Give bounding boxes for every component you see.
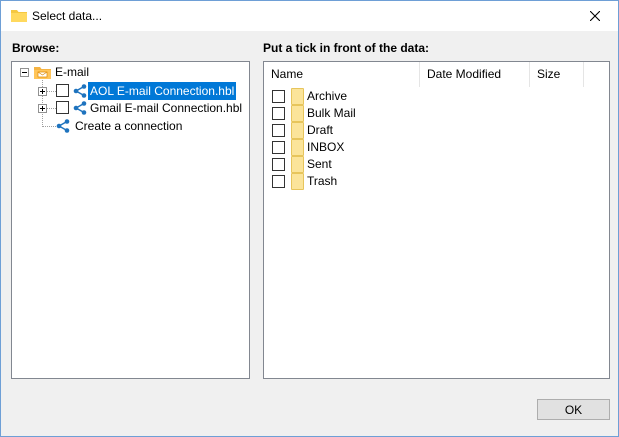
share-icon [73, 101, 87, 115]
tree-root-email[interactable]: E-mail [53, 63, 91, 81]
select-data-dialog: Select data... Browse: Put a tick in fro… [0, 0, 619, 437]
expand-toggle[interactable] [38, 87, 47, 96]
item-checkbox[interactable] [272, 107, 285, 120]
list-item[interactable]: Archive [264, 88, 464, 105]
title-bar[interactable]: Select data... [1, 1, 618, 31]
list-item[interactable]: Bulk Mail [264, 105, 464, 122]
item-name: Bulk Mail [307, 106, 356, 120]
folder-icon [291, 105, 304, 122]
email-folder-icon [34, 67, 51, 79]
column-header-name[interactable]: Name [264, 62, 420, 87]
item-name: Trash [307, 174, 338, 188]
tree-connector [46, 108, 56, 109]
folder-icon [11, 10, 27, 22]
close-button[interactable] [572, 1, 618, 31]
item-checkbox[interactable] [272, 175, 285, 188]
folder-icon [291, 173, 304, 190]
tree-item-gmail-connection[interactable]: Gmail E-mail Connection.hbl [88, 99, 244, 117]
gmail-connection-checkbox[interactable] [56, 101, 69, 114]
expand-toggle[interactable] [38, 104, 47, 113]
item-name: Sent [307, 157, 332, 171]
folder-icon [291, 88, 304, 105]
data-list[interactable]: Name Date Modified Size Archive Bulk Mai… [263, 61, 610, 379]
tree-connector [42, 126, 56, 127]
browse-label: Browse: [12, 41, 60, 55]
item-name: Draft [307, 123, 334, 137]
data-selection-label: Put a tick in front of the data: [263, 41, 430, 55]
folder-icon [291, 156, 304, 173]
create-connection-link[interactable]: Create a connection [73, 117, 184, 135]
aol-connection-checkbox[interactable] [56, 84, 69, 97]
list-item[interactable]: Trash [264, 173, 464, 190]
folder-icon [291, 122, 304, 139]
window-title: Select data... [32, 9, 103, 23]
item-checkbox[interactable] [272, 158, 285, 171]
share-icon [56, 119, 70, 133]
column-header-date-modified[interactable]: Date Modified [420, 62, 530, 87]
browse-tree[interactable]: E-mail AOL E-mail Connection.hbl Gmail E… [11, 61, 250, 379]
column-header-size[interactable]: Size [530, 62, 584, 87]
tree-item-aol-connection[interactable]: AOL E-mail Connection.hbl [88, 82, 237, 100]
ok-button[interactable]: OK [537, 399, 610, 420]
share-icon [73, 84, 87, 98]
collapse-toggle[interactable] [20, 68, 29, 77]
item-name: Archive [307, 89, 348, 103]
item-checkbox[interactable] [272, 90, 285, 103]
item-name: INBOX [307, 140, 345, 154]
list-item[interactable]: Sent [264, 156, 464, 173]
list-item[interactable]: Draft [264, 122, 464, 139]
tree-connector [46, 91, 56, 92]
item-checkbox[interactable] [272, 141, 285, 154]
close-icon [590, 11, 600, 21]
list-item[interactable]: INBOX [264, 139, 464, 156]
folder-icon [291, 139, 304, 156]
item-checkbox[interactable] [272, 124, 285, 137]
tree-connector [42, 77, 43, 127]
